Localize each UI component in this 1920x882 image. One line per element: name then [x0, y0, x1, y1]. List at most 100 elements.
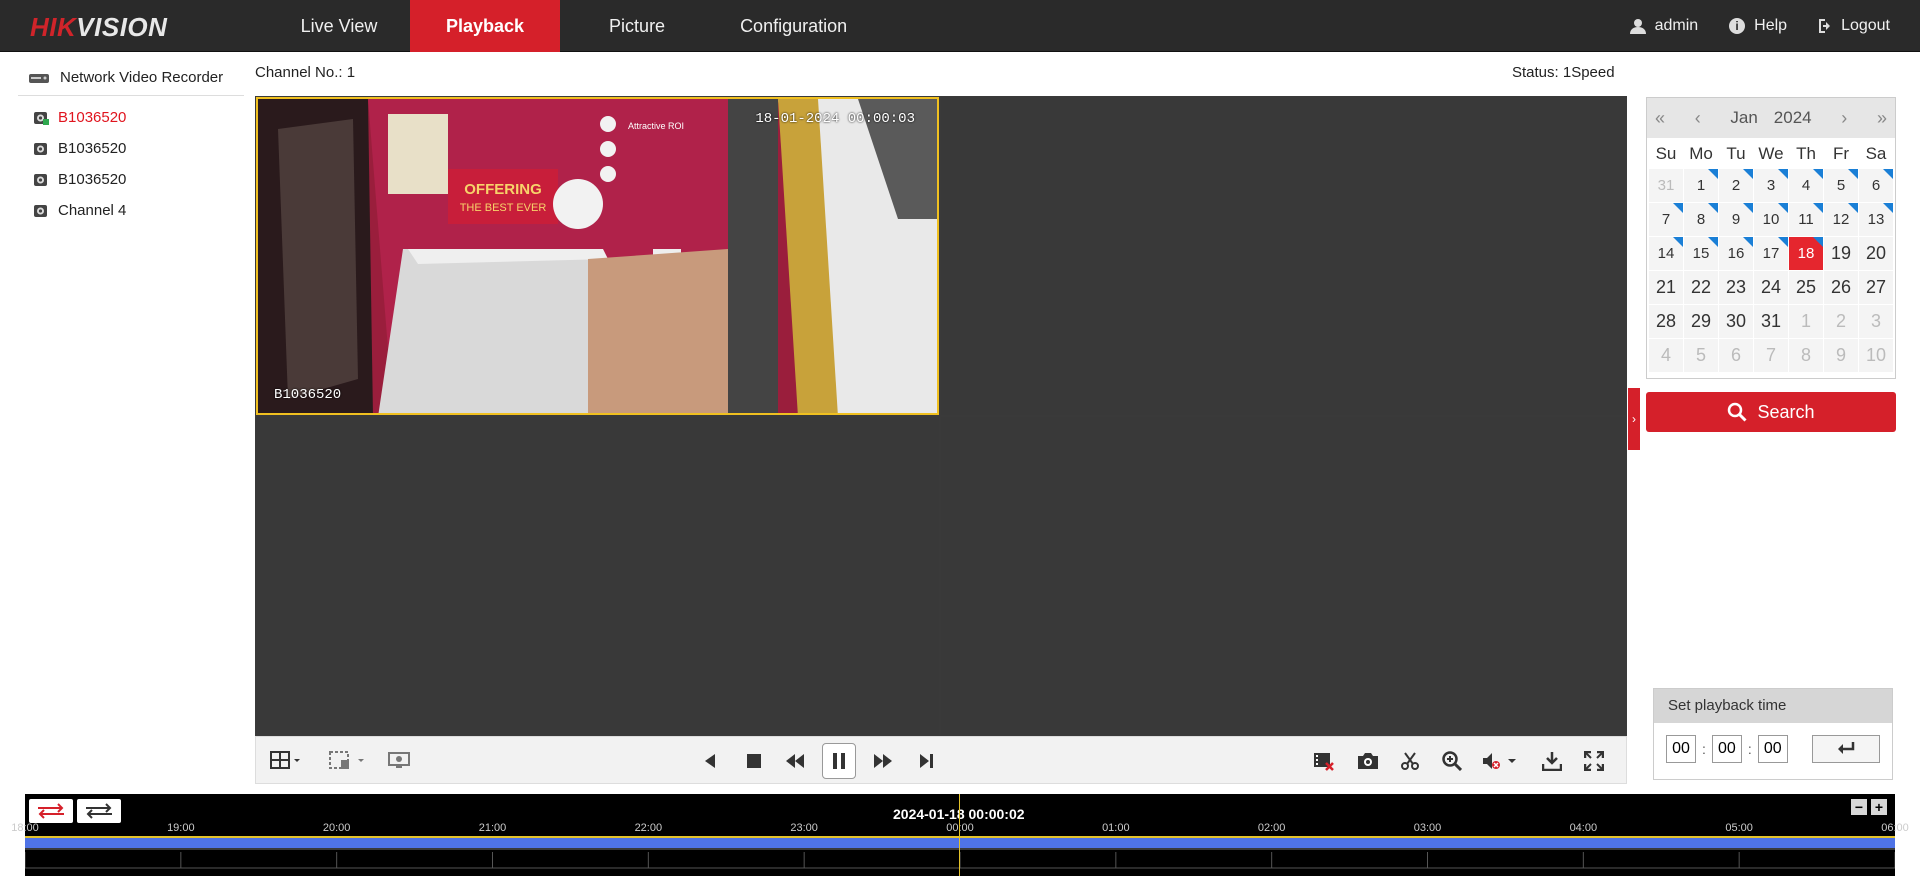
logout-button[interactable]: Logout [1817, 17, 1890, 35]
calendar-day[interactable]: 26 [1824, 271, 1858, 304]
next-month-icon[interactable]: › [1841, 108, 1847, 129]
calendar-day[interactable]: 2 [1719, 169, 1753, 202]
tree-channel-4[interactable]: Channel 4 [18, 195, 244, 226]
calendar-day[interactable]: 9 [1824, 339, 1858, 372]
calendar-day[interactable]: 31 [1754, 305, 1788, 338]
calendar-day[interactable]: 11 [1789, 203, 1823, 236]
timeline-zoom-out-button[interactable]: − [1851, 799, 1867, 815]
frame-step-icon [920, 754, 933, 768]
calendar-day[interactable]: 8 [1684, 203, 1718, 236]
calendar-day[interactable]: 16 [1719, 237, 1753, 270]
calendar-day[interactable]: 22 [1684, 271, 1718, 304]
calendar-day[interactable]: 17 [1754, 237, 1788, 270]
go-to-time-button[interactable] [1811, 735, 1880, 763]
nav-live-view[interactable]: Live View [268, 0, 410, 52]
tree-channel-2[interactable]: B1036520 [18, 133, 244, 164]
stop-button[interactable] [740, 749, 768, 773]
timeline[interactable]: 2024-01-18 00:00:02 − + 18:00 19:00 20:00 2… [11, 794, 1909, 876]
search-button[interactable]: Search [1646, 392, 1896, 432]
calendar-day[interactable]: 20 [1859, 237, 1893, 270]
slow-forward-button[interactable] [780, 749, 810, 773]
calendar-day[interactable]: 23 [1719, 271, 1753, 304]
calendar-weekday: We [1758, 144, 1784, 163]
tree-root-nvr[interactable]: Network Video Recorder [18, 60, 244, 96]
download-button[interactable] [1538, 749, 1566, 773]
video-window-4[interactable] [941, 417, 1626, 735]
clip-button[interactable] [1396, 749, 1424, 773]
calendar-day[interactable]: 10 [1754, 203, 1788, 236]
calendar-day[interactable]: 6 [1859, 169, 1893, 202]
video-window-2[interactable] [941, 97, 1626, 415]
calendar-day[interactable]: 7 [1649, 203, 1683, 236]
capture-button[interactable] [1354, 749, 1382, 773]
recording-segment-bar[interactable] [25, 836, 1895, 850]
minute-input[interactable] [1711, 735, 1742, 763]
audio-button[interactable] [1480, 749, 1524, 773]
reverse-play-button[interactable] [696, 749, 724, 773]
nvr-icon [29, 73, 49, 83]
timeline-mode-button-1[interactable] [29, 799, 73, 823]
calendar-day[interactable]: 1 [1789, 305, 1823, 338]
tree-channel-1[interactable]: B1036520 [18, 102, 244, 133]
calendar-day[interactable]: 4 [1789, 169, 1823, 202]
calendar-day[interactable]: 5 [1824, 169, 1858, 202]
calendar-day[interactable]: 4 [1649, 339, 1683, 372]
nav-picture[interactable]: Picture [560, 0, 714, 52]
calendar-day[interactable]: 10 [1859, 339, 1893, 372]
calendar-day[interactable]: 28 [1649, 305, 1683, 338]
calendar-day[interactable]: 13 [1859, 203, 1893, 236]
pause-button[interactable] [822, 743, 856, 779]
prev-month-icon[interactable]: ‹ [1695, 108, 1701, 129]
video-window-3[interactable] [256, 417, 939, 735]
prev-year-icon[interactable]: « [1655, 108, 1665, 129]
hour-input[interactable] [1666, 735, 1696, 763]
calendar-day[interactable]: 1 [1684, 169, 1718, 202]
calendar-day[interactable]: 27 [1859, 271, 1893, 304]
fullscreen-button[interactable] [1580, 749, 1608, 773]
top-bar: HIKVISION Live View Playback Picture Con… [0, 0, 1920, 52]
calendar-day[interactable]: 24 [1754, 271, 1788, 304]
collapse-panel-tab[interactable]: › [1628, 388, 1640, 450]
timeline-zoom-in-button[interactable]: + [1871, 799, 1887, 815]
tree-channel-3[interactable]: B1036520 [18, 164, 244, 195]
next-year-icon[interactable]: » [1877, 108, 1887, 129]
calendar-day[interactable]: 14 [1649, 237, 1683, 270]
fast-forward-button[interactable] [868, 749, 898, 773]
calendar-day[interactable]: 30 [1719, 305, 1753, 338]
calendar-day[interactable]: 31 [1649, 169, 1683, 202]
video-window-1[interactable]: OFFERING THE BEST EVER Attractive ROI 18… [256, 97, 939, 415]
single-frame-button[interactable] [912, 749, 940, 773]
calendar-day[interactable]: 5 [1684, 339, 1718, 372]
hikvision-logo: HIKVISION [30, 12, 167, 43]
calendar-day[interactable]: 6 [1719, 339, 1753, 372]
calendar-day[interactable]: 25 [1789, 271, 1823, 304]
timeline-mode-button-2[interactable] [77, 799, 121, 823]
calendar-day[interactable]: 9 [1719, 203, 1753, 236]
calendar-day[interactable]: 2 [1824, 305, 1858, 338]
calendar-day-selected[interactable]: 18 [1789, 237, 1823, 270]
calendar-day[interactable]: 21 [1649, 271, 1683, 304]
user-button[interactable]: admin [1629, 17, 1698, 35]
calendar-day[interactable]: 15 [1684, 237, 1718, 270]
playback-time-title: Set playback time [1654, 689, 1892, 723]
nav-playback[interactable]: Playback [410, 0, 561, 52]
calendar-day[interactable]: 12 [1824, 203, 1858, 236]
logout-icon [1819, 19, 1831, 33]
zoom-in-button[interactable] [1438, 749, 1466, 773]
digital-zoom-button[interactable] [386, 749, 412, 773]
window-layout-button[interactable] [266, 749, 306, 773]
batch-select-button[interactable] [326, 749, 370, 773]
help-button[interactable]: i Help [1728, 17, 1787, 35]
timeline-cursor[interactable] [959, 794, 960, 876]
camera-icon [34, 142, 47, 155]
calendar-weekday: Su [1655, 144, 1677, 163]
second-input[interactable] [1757, 735, 1788, 763]
calendar-day[interactable]: 3 [1859, 305, 1893, 338]
calendar-day[interactable]: 3 [1754, 169, 1788, 202]
nav-configuration[interactable]: Configuration [714, 0, 864, 52]
calendar-day[interactable]: 8 [1789, 339, 1823, 372]
calendar-day[interactable]: 19 [1824, 237, 1858, 270]
calendar-day[interactable]: 29 [1684, 305, 1718, 338]
stop-all-button[interactable] [1310, 749, 1338, 773]
calendar-day[interactable]: 7 [1754, 339, 1788, 372]
